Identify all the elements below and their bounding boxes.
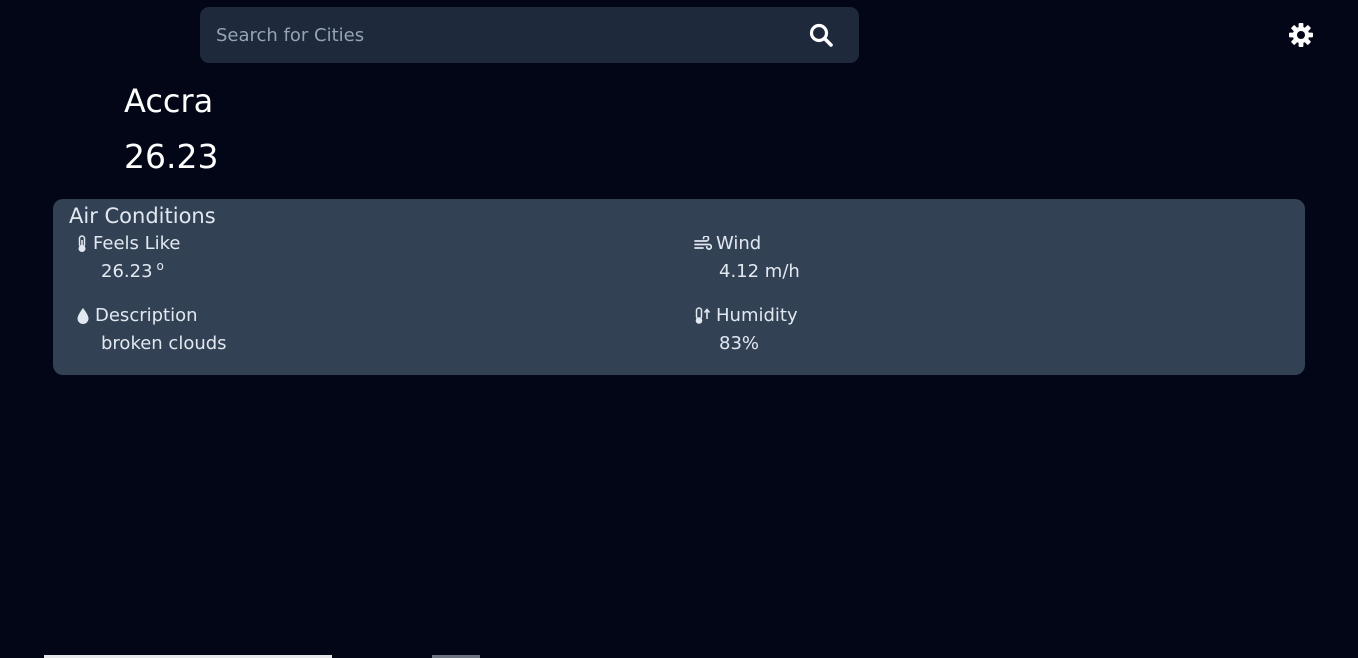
thermometer-icon — [75, 234, 89, 253]
city-name: Accra — [124, 82, 214, 120]
search-icon — [808, 22, 834, 48]
feels-like-number: 26.23 — [101, 261, 153, 282]
weather-app: Accra 26.23 Air Conditions Feels Like 26… — [0, 0, 1358, 658]
humidity-item: Humidity 83% — [694, 305, 798, 354]
current-temperature: 26.23 — [124, 137, 219, 176]
temperature-arrow-icon — [694, 306, 712, 325]
search-button[interactable] — [799, 13, 843, 57]
wind-item: Wind 4.12 m/h — [694, 233, 800, 282]
air-conditions-card: Air Conditions Feels Like 26.23 o Descri… — [53, 199, 1305, 375]
description-item: Description broken clouds — [75, 305, 227, 354]
description-label: Description — [95, 305, 198, 326]
feels-like-label: Feels Like — [93, 233, 181, 254]
gear-icon — [1288, 22, 1314, 48]
feels-like-value: 26.23 o — [101, 259, 181, 282]
settings-button[interactable] — [1287, 21, 1315, 49]
air-conditions-title: Air Conditions — [69, 204, 216, 228]
degree-symbol: o — [156, 259, 164, 273]
wind-icon — [694, 235, 712, 252]
search-input[interactable] — [200, 7, 799, 63]
description-value: broken clouds — [101, 333, 227, 354]
droplet-icon — [75, 307, 91, 325]
humidity-label: Humidity — [716, 305, 798, 326]
search-bar — [200, 7, 859, 63]
wind-label: Wind — [716, 233, 762, 254]
feels-like-item: Feels Like 26.23 o — [75, 233, 181, 282]
wind-value: 4.12 m/h — [719, 261, 800, 282]
humidity-value: 83% — [719, 333, 760, 354]
